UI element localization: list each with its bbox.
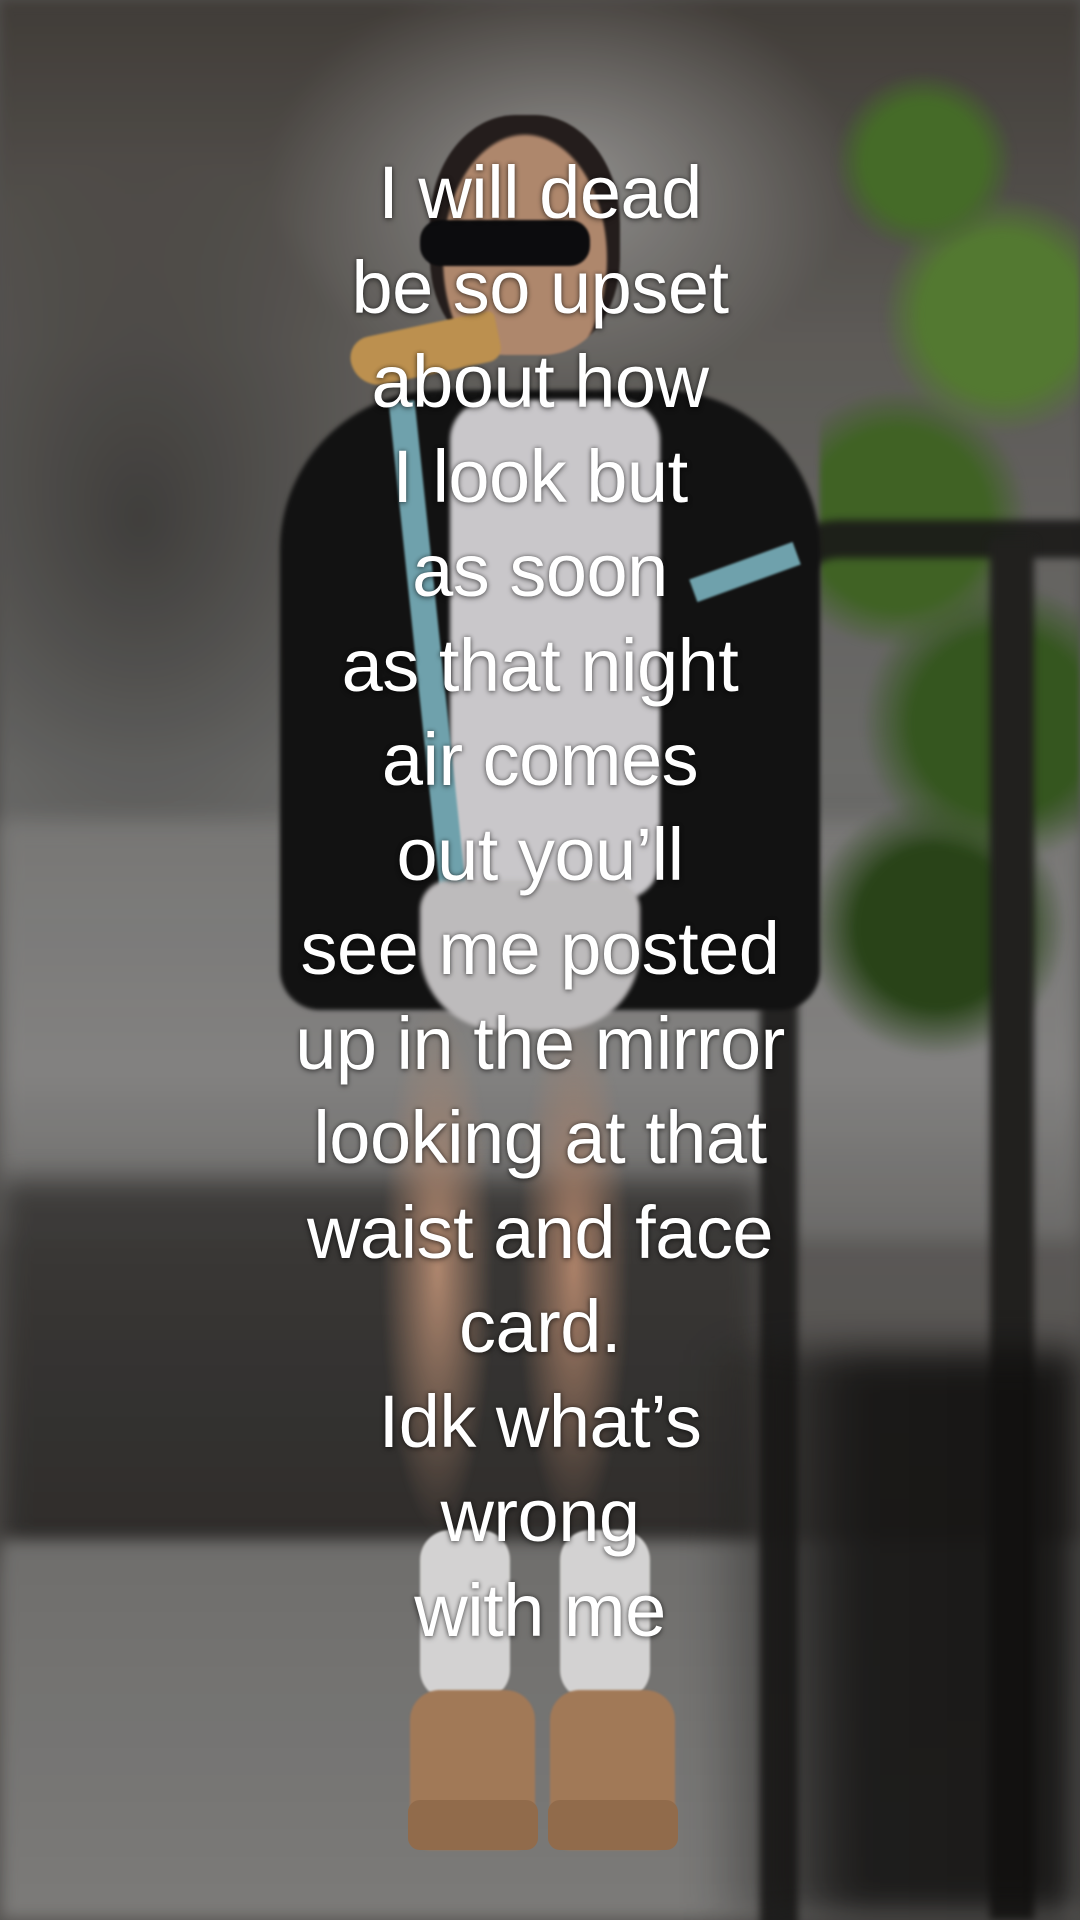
caption-line: I will dead: [378, 151, 702, 234]
caption-line: with me: [414, 1568, 666, 1652]
caption-line: about how: [371, 340, 710, 423]
caption-line: wrong: [440, 1474, 640, 1557]
caption-line: see me posted: [300, 907, 780, 990]
caption-line: be so upset: [351, 245, 729, 329]
caption-line: card.: [458, 1285, 622, 1368]
caption-line: looking at that: [313, 1096, 767, 1179]
caption-line: out you’ll: [396, 812, 684, 896]
caption-line: waist and face: [306, 1190, 774, 1274]
caption-line: up in the mirror: [295, 1001, 785, 1085]
caption-line: I look but: [392, 434, 688, 518]
caption-line: air comes: [381, 718, 699, 801]
caption-line: Idk what’s: [378, 1379, 702, 1463]
caption-line: as soon: [412, 529, 668, 612]
caption-text: I will dead be so upset about how I look…: [190, 146, 890, 1658]
caption-line: as that night: [341, 623, 739, 707]
